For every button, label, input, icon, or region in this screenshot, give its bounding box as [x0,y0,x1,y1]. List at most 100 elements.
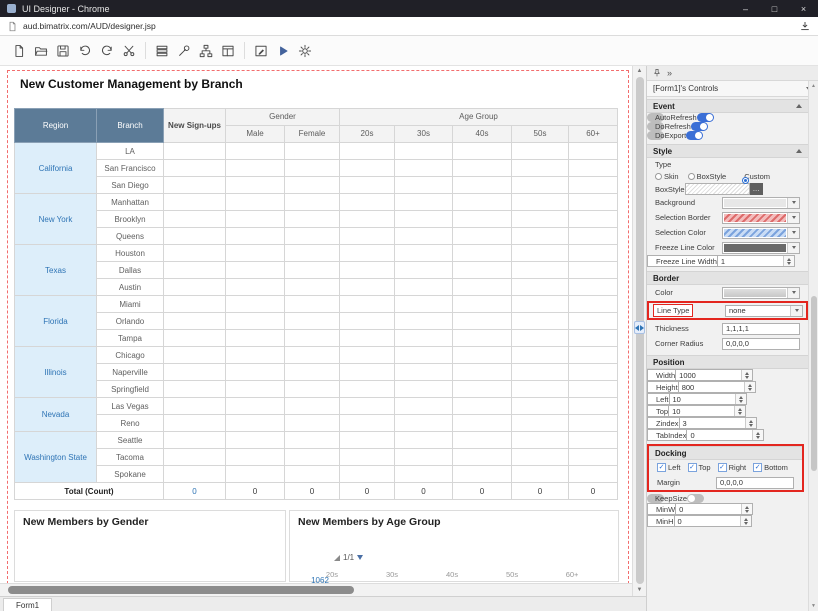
data-cell [164,194,226,211]
prop-row-zindex: Zindex3 [647,417,725,429]
selection-color-dropdown[interactable] [722,227,800,239]
panel-scrollbar[interactable]: ▲ ▼ [808,81,818,611]
section-header-style[interactable]: Style [647,144,808,158]
horizontal-scrollbar-thumb[interactable] [8,586,354,594]
col-header-branch: Branch [97,109,164,143]
radio-boxstyle[interactable]: BoxStyle [688,172,727,181]
tabindex-spinner[interactable]: 0 [686,429,764,441]
table-row: FloridaMiami [15,296,618,313]
design-canvas[interactable]: New Customer Management by Branch Region… [0,66,646,596]
stepper-buttons[interactable] [740,516,751,526]
stepper-buttons[interactable] [744,382,755,392]
zindex-spinner[interactable]: 3 [679,417,757,429]
data-cell [395,364,453,381]
width-spinner[interactable]: 1000 [675,369,753,381]
pager-control[interactable]: 1/1 [334,553,363,562]
minw-spinner[interactable]: 0 [675,503,753,515]
data-cell [512,449,569,466]
branch-cell: Austin [97,279,164,296]
height-spinner[interactable]: 800 [678,381,756,393]
table-row: Queens [15,228,618,245]
autorefresh-toggle[interactable] [697,113,714,122]
minimize-button[interactable]: – [731,0,760,17]
pattern-preview [685,183,750,195]
data-cell [285,228,340,245]
data-cell [226,449,285,466]
doexport-toggle[interactable] [686,131,703,140]
open-button[interactable] [30,40,52,62]
age-chart[interactable]: New Members by Age Group 20s30s40s50s60+ [289,510,619,582]
tab-form1[interactable]: Form1 [3,598,52,611]
checkbox-top[interactable]: ✓Top [688,463,711,472]
undo-button[interactable] [74,40,96,62]
scroll-up-icon[interactable]: ▲ [633,66,646,77]
stepper-buttons[interactable] [752,430,763,440]
edit-button[interactable] [250,40,272,62]
stepper-buttons[interactable] [734,406,745,416]
settings-button[interactable] [294,40,316,62]
scroll-up-icon[interactable]: ▲ [809,83,818,89]
margin-input[interactable]: 0,0,0,0 [716,477,794,489]
splitter-handle[interactable] [634,321,645,334]
collapse-panel-icon[interactable]: » [667,68,672,78]
boxstyle-field[interactable]: … [685,183,763,195]
stepper-buttons[interactable] [741,370,752,380]
tools-button[interactable] [173,40,195,62]
report-button[interactable] [217,40,239,62]
corner-radius-input[interactable]: 0,0,0,0 [722,338,800,350]
stepper-buttons[interactable] [783,256,794,266]
section-header-border[interactable]: Border [647,271,808,285]
data-cell [340,347,395,364]
panel-scrollbar-thumb[interactable] [811,296,817,471]
selection-border-dropdown[interactable] [722,212,800,224]
checkbox-bottom[interactable]: ✓Bottom [753,463,788,472]
url-bar[interactable]: aud.bimatrix.com/AUD/designer.jsp [0,17,818,36]
new-file-button[interactable] [8,40,30,62]
maximize-button[interactable]: □ [760,0,789,17]
minh-spinner[interactable]: 0 [674,515,752,527]
keepsize-toggle[interactable] [687,494,704,503]
radio-custom[interactable]: Custom [735,172,770,181]
section-header-docking[interactable]: Docking [649,446,802,460]
cut-icon [122,44,136,58]
checkbox-left[interactable]: ✓Left [657,463,681,472]
section-header-event[interactable]: Event [647,99,808,113]
dorefresh-toggle[interactable] [691,122,708,131]
pin-icon[interactable] [652,68,662,78]
save-icon [56,44,70,58]
download-icon[interactable] [799,20,811,32]
line-type-dropdown[interactable]: none [725,305,803,317]
radio-skin[interactable]: Skin [655,172,679,181]
stepper-buttons[interactable] [735,394,746,404]
thickness-input[interactable]: 1,1,1,1 [722,323,800,335]
stepper-buttons[interactable] [741,504,752,514]
stepper-buttons[interactable] [745,418,756,428]
controls-dropdown[interactable]: [Form1]'s Controls [647,81,818,97]
ellipsis-button[interactable]: … [750,183,763,195]
prop-label: Selection Border [655,213,722,222]
gender-chart[interactable]: New Members by Gender [14,510,286,582]
hierarchy-button[interactable] [195,40,217,62]
freeze-line-color-dropdown[interactable] [722,242,800,254]
scroll-down-icon[interactable]: ▼ [809,603,818,609]
left-spinner[interactable]: 10 [669,393,747,405]
checkbox-icon: ✓ [688,463,697,472]
report-grid[interactable]: RegionBranchNew Sign-upsGenderAge GroupM… [14,108,618,500]
redo-button[interactable] [96,40,118,62]
checkbox-right[interactable]: ✓Right [718,463,747,472]
close-button[interactable]: × [789,0,818,17]
prop-row-type: Type [647,158,808,170]
freeze-line-width-spinner[interactable]: 1 [717,255,795,267]
canvas-vertical-scrollbar[interactable]: ▲ ▼ [632,66,646,596]
section-header-position[interactable]: Position [647,355,808,369]
cut-button[interactable] [118,40,140,62]
dataset-button[interactable] [151,40,173,62]
run-button[interactable] [272,40,294,62]
data-cell [453,160,512,177]
background-dropdown[interactable] [722,197,800,209]
save-button[interactable] [52,40,74,62]
scroll-down-icon[interactable]: ▼ [633,585,646,596]
top-spinner[interactable]: 10 [668,405,746,417]
color-dropdown[interactable] [722,287,800,299]
data-cell [395,177,453,194]
